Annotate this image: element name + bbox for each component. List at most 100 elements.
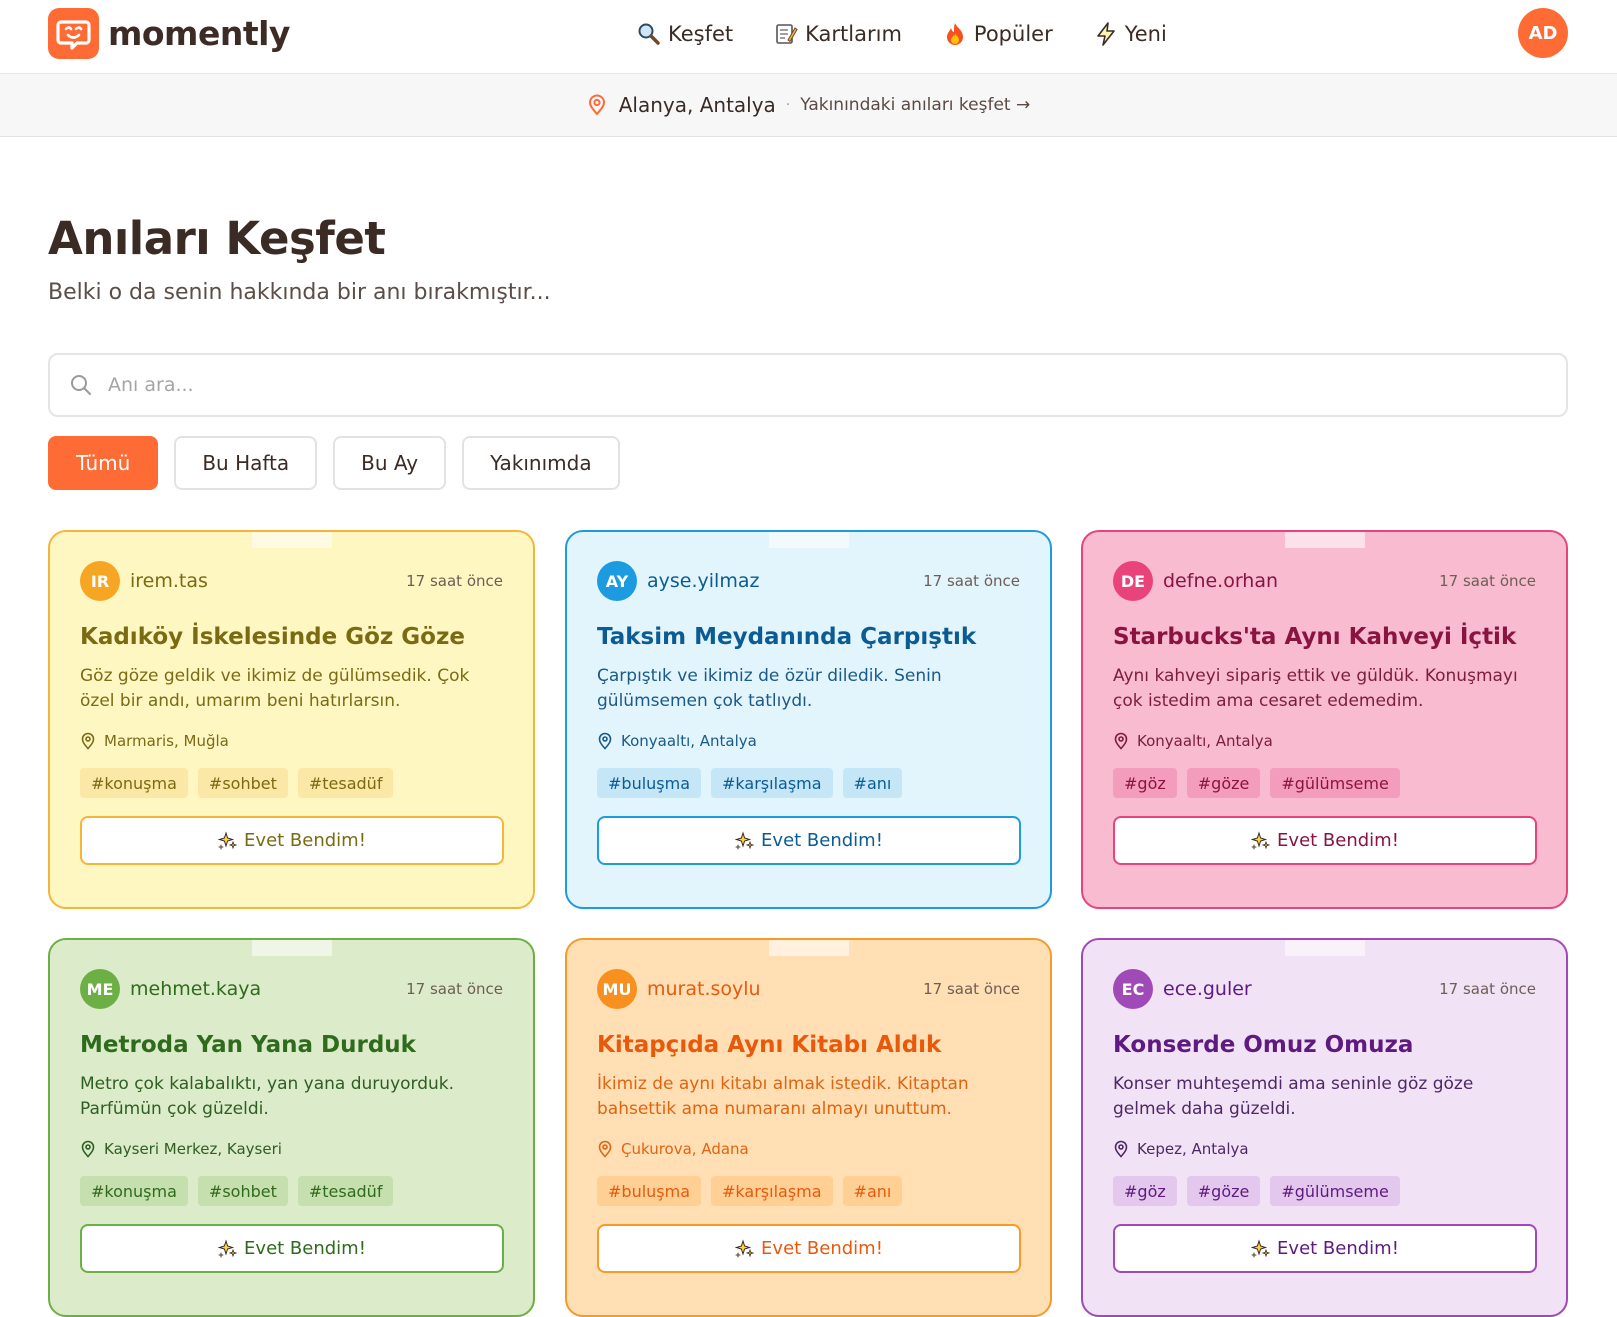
tag-chip[interactable]: #tesadüf [297, 1176, 394, 1206]
nav-item-kesfet[interactable]: Keşfet [636, 18, 733, 50]
nav-item-populer[interactable]: Popüler [942, 18, 1053, 50]
nav-item-kartlarim[interactable]: Kartlarım [773, 18, 902, 50]
search-input[interactable] [108, 374, 1508, 396]
author-username[interactable]: defne.orhan [1163, 570, 1278, 592]
post-time: 17 saat önce [406, 980, 503, 998]
author-avatar[interactable]: EC [1113, 969, 1153, 1009]
tag-chip[interactable]: #konuşma [80, 768, 188, 798]
location-pin-icon [80, 1140, 96, 1158]
tag-chip[interactable]: #konuşma [80, 1176, 188, 1206]
tag-chip[interactable]: #buluşma [597, 1176, 702, 1206]
tag-chip[interactable]: #göze [1186, 1176, 1261, 1206]
memory-title: Taksim Meydanında Çarpıştık [597, 624, 977, 650]
page-subtitle: Belki o da senin hakkında bir anı bırakm… [48, 280, 551, 305]
tag-chip[interactable]: #buluşma [597, 768, 702, 798]
that-was-me-button[interactable]: Evet Bendim! [80, 1224, 504, 1273]
tag-chip[interactable]: #göz [1113, 1176, 1177, 1206]
card-header: EC ece.guler 17 saat önce [1113, 968, 1536, 1010]
card-header: MU murat.soylu 17 saat önce [597, 968, 1020, 1010]
post-time: 17 saat önce [406, 572, 503, 590]
that-was-me-button[interactable]: Evet Bendim! [80, 816, 504, 865]
author-username[interactable]: ayse.yilmaz [647, 570, 759, 592]
filter-nearby[interactable]: Yakınımda [462, 436, 620, 490]
location-pin-icon [587, 94, 607, 116]
tag-list: #konuşma #sohbet #tesadüf [80, 1176, 503, 1206]
button-label: Evet Bendim! [1277, 830, 1399, 851]
that-was-me-button[interactable]: Evet Bendim! [597, 816, 1021, 865]
location-label: Konyaaltı, Antalya [621, 732, 757, 750]
sparkles-icon [1251, 1238, 1271, 1259]
tag-chip[interactable]: #gülümseme [1270, 1176, 1400, 1206]
search-icon [70, 374, 92, 396]
that-was-me-button[interactable]: Evet Bendim! [1113, 1224, 1537, 1273]
tag-chip[interactable]: #sohbet [197, 1176, 288, 1206]
author-avatar[interactable]: ME [80, 969, 120, 1009]
brand-logo[interactable]: momently [48, 8, 290, 59]
sparkles-icon [1251, 830, 1271, 851]
card-header: ME mehmet.kaya 17 saat önce [80, 968, 503, 1010]
sparkles-icon [735, 830, 755, 851]
nav-label: Keşfet [668, 22, 734, 46]
tag-chip[interactable]: #karşılaşma [711, 768, 833, 798]
current-location[interactable]: Alanya, Antalya [619, 93, 776, 117]
tag-chip[interactable]: #karşılaşma [711, 1176, 833, 1206]
filter-all[interactable]: Tümü [48, 436, 159, 490]
nav-item-yeni[interactable]: Yeni [1093, 18, 1167, 50]
author-avatar[interactable]: IR [80, 561, 120, 601]
author-avatar[interactable]: MU [597, 969, 637, 1009]
lightning-icon [1093, 21, 1119, 47]
memory-title: Kitapçıda Aynı Kitabı Aldık [597, 1032, 942, 1058]
explore-nearby-link[interactable]: Yakınındaki anıları keşfet → [800, 95, 1030, 115]
that-was-me-button[interactable]: Evet Bendim! [1113, 816, 1537, 865]
tag-chip[interactable]: #göz [1113, 768, 1177, 798]
author-avatar[interactable]: DE [1113, 561, 1153, 601]
memo-icon [773, 21, 799, 47]
user-avatar[interactable]: AD [1518, 8, 1568, 58]
author-username[interactable]: mehmet.kaya [130, 978, 261, 1000]
memory-location: Konyaaltı, Antalya [597, 732, 1020, 750]
author-username[interactable]: ece.guler [1163, 978, 1252, 1000]
tag-chip[interactable]: #tesadüf [297, 768, 394, 798]
author-avatar[interactable]: AY [597, 561, 637, 601]
author-username[interactable]: murat.soylu [647, 978, 761, 1000]
location-label: Kepez, Antalya [1137, 1140, 1249, 1158]
memory-card[interactable]: IR irem.tas 17 saat önce Kadıköy İskeles… [48, 530, 535, 909]
memory-location: Marmaris, Muğla [80, 732, 503, 750]
post-time: 17 saat önce [923, 980, 1020, 998]
tape-decoration [769, 940, 849, 956]
filter-this-month[interactable]: Bu Ay [333, 436, 447, 490]
memory-title: Konserde Omuz Omuza [1113, 1032, 1414, 1058]
search-box [48, 353, 1568, 417]
memory-location: Çukurova, Adana [597, 1140, 1020, 1158]
that-was-me-button[interactable]: Evet Bendim! [597, 1224, 1021, 1273]
logo-mark-icon [48, 8, 99, 59]
location-pin-icon [1113, 1140, 1129, 1158]
memory-card[interactable]: DE defne.orhan 17 saat önce Starbucks'ta… [1081, 530, 1568, 909]
tag-chip[interactable]: #göze [1186, 768, 1261, 798]
author-username[interactable]: irem.tas [130, 570, 208, 592]
location-label: Kayseri Merkez, Kayseri [104, 1140, 282, 1158]
button-label: Evet Bendim! [244, 1238, 366, 1259]
post-time: 17 saat önce [1439, 980, 1536, 998]
page-title: Anıları Keşfet [48, 212, 386, 265]
tag-chip[interactable]: #sohbet [197, 768, 288, 798]
tag-chip[interactable]: #anı [842, 768, 903, 798]
location-label: Marmaris, Muğla [104, 732, 229, 750]
memory-card[interactable]: MU murat.soylu 17 saat önce Kitapçıda Ay… [565, 938, 1052, 1317]
memory-title: Starbucks'ta Aynı Kahveyi İçtik [1113, 624, 1517, 650]
memory-card[interactable]: ME mehmet.kaya 17 saat önce Metroda Yan … [48, 938, 535, 1317]
filter-chips: Tümü Bu Hafta Bu Ay Yakınımda [48, 436, 636, 490]
memory-title: Metroda Yan Yana Durduk [80, 1032, 416, 1058]
memory-card[interactable]: EC ece.guler 17 saat önce Konserde Omuz … [1081, 938, 1568, 1317]
tape-decoration [1285, 940, 1365, 956]
tape-decoration [252, 940, 332, 956]
location-pin-icon [597, 1140, 613, 1158]
memory-card[interactable]: AY ayse.yilmaz 17 saat önce Taksim Meyda… [565, 530, 1052, 909]
tape-decoration [1285, 532, 1365, 548]
tag-list: #konuşma #sohbet #tesadüf [80, 768, 503, 798]
tag-list: #göz #göze #gülümseme [1113, 1176, 1536, 1206]
tape-decoration [252, 532, 332, 548]
filter-this-week[interactable]: Bu Hafta [174, 436, 318, 490]
tag-chip[interactable]: #gülümseme [1270, 768, 1400, 798]
tag-chip[interactable]: #anı [842, 1176, 903, 1206]
